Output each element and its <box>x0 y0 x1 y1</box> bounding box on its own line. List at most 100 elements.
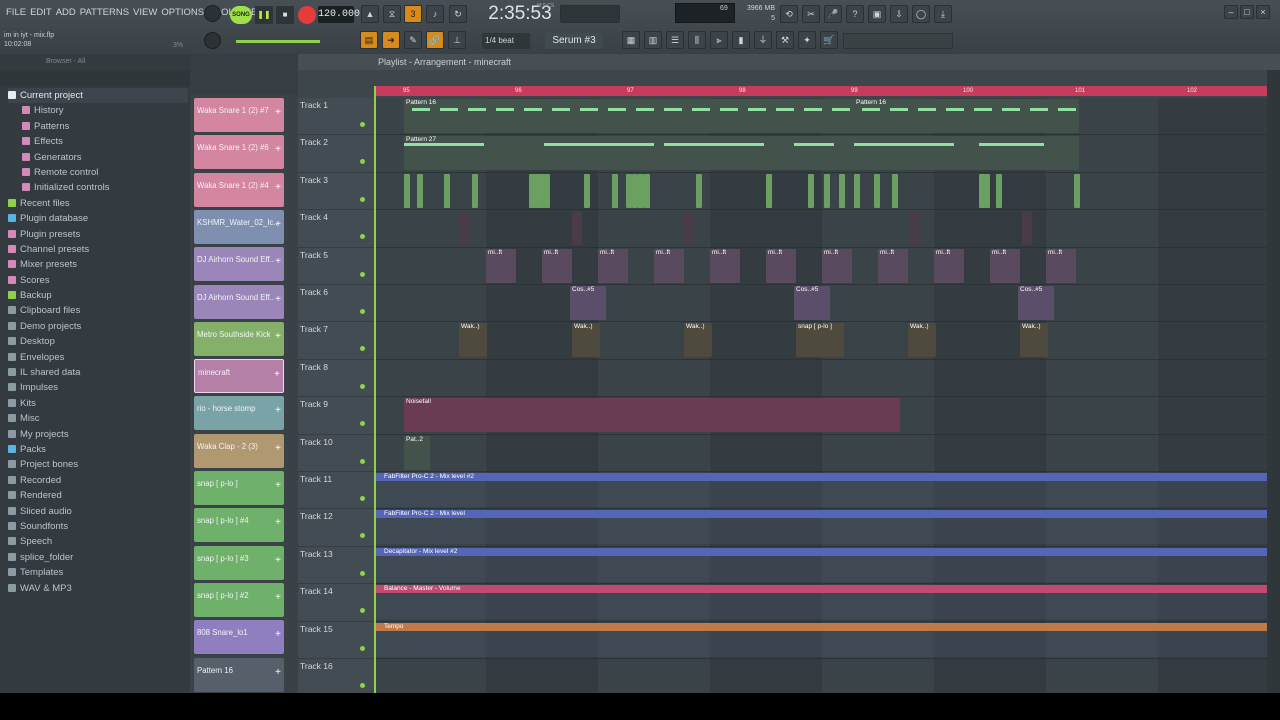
browser-item[interactable]: Sliced audio <box>8 504 188 519</box>
plugin-picker-icon[interactable]: ▮ <box>732 31 750 49</box>
audio-clip[interactable]: mi..ft <box>766 248 796 283</box>
track-header[interactable]: Track 6 <box>298 285 374 323</box>
channel-button[interactable]: KSHMR_Water_02_Ic.. + <box>194 209 284 244</box>
channel-button[interactable]: snap [ p-lo ] + <box>194 471 284 505</box>
cut-tools-icon[interactable]: ✂ <box>802 5 820 23</box>
channel-rack-icon[interactable]: ☰ <box>666 31 684 49</box>
piano-roll-icon[interactable]: ▥ <box>644 31 662 49</box>
add-channel-icon[interactable]: + <box>275 555 281 566</box>
track-enable-led[interactable] <box>360 122 365 127</box>
track-row[interactable] <box>374 360 1267 398</box>
track-enable-led[interactable] <box>360 421 365 427</box>
shop-icon[interactable]: 🛒 <box>820 31 838 49</box>
channel-button[interactable]: Pattern 16 + <box>194 657 284 692</box>
browser-icon[interactable]: ⫸ <box>710 31 728 49</box>
audio-clip[interactable] <box>839 173 845 208</box>
browser-item[interactable]: History <box>8 103 188 118</box>
audio-clip[interactable] <box>572 211 582 246</box>
audio-clip[interactable]: mi..ft <box>990 248 1020 283</box>
audio-clip[interactable] <box>1074 173 1080 208</box>
automation-clip[interactable]: FabFilter Pro-C 2 - Mix level #2 <box>374 473 1267 481</box>
browser-item[interactable]: Channel presets <box>8 242 188 257</box>
track-row[interactable] <box>374 435 1267 472</box>
brush-tool-icon[interactable]: ✎ <box>404 31 422 49</box>
time-ruler[interactable] <box>374 86 1267 96</box>
add-channel-icon[interactable]: + <box>275 294 281 305</box>
track-enable-led[interactable] <box>360 533 365 539</box>
step-edit-icon[interactable]: ♪ <box>426 5 444 23</box>
pattern-song-toggle-knob[interactable] <box>204 5 221 22</box>
microphone-icon[interactable]: 🎤 <box>824 5 842 23</box>
track-header[interactable]: Track 4 <box>298 210 374 248</box>
audio-clip[interactable]: Cos..#5 <box>794 286 830 320</box>
audio-clip[interactable]: Wak..) <box>572 323 600 358</box>
track-enable-led[interactable] <box>360 196 365 202</box>
track-header[interactable]: Track 5 <box>298 248 374 285</box>
tool-icon[interactable]: ⚒ <box>776 31 794 49</box>
automation-clip[interactable]: Tempo <box>374 622 1267 631</box>
automation-clip[interactable]: Balance - Master - Volume <box>374 585 1267 594</box>
add-channel-icon[interactable]: + <box>275 182 281 193</box>
browser-item[interactable]: Misc <box>8 411 188 426</box>
add-channel-icon[interactable]: + <box>275 219 281 230</box>
channel-button[interactable]: Metro Southside Kick + <box>194 321 284 356</box>
stop-button[interactable]: ■ <box>276 6 294 24</box>
audio-clip[interactable]: Noisefall <box>404 398 900 433</box>
playlist-view-icon[interactable]: ▤ <box>360 31 378 49</box>
audio-clip[interactable] <box>584 173 590 208</box>
add-channel-icon[interactable]: + <box>275 480 281 491</box>
audio-clip[interactable] <box>612 173 618 208</box>
track-header[interactable]: Track 12 <box>298 509 374 547</box>
chat-icon[interactable]: ◯ <box>912 5 930 23</box>
audio-clip[interactable]: Cos..#5 <box>1018 286 1054 320</box>
audio-clip[interactable]: mi..ft <box>822 248 852 283</box>
audio-clip[interactable]: mi..ft <box>598 248 628 283</box>
browser-item[interactable]: Mixer presets <box>8 257 188 272</box>
add-channel-icon[interactable]: + <box>275 144 281 155</box>
audio-clip[interactable] <box>984 173 990 208</box>
render-icon[interactable]: ⇩ <box>890 5 908 23</box>
audio-clip[interactable] <box>824 173 830 208</box>
track-row[interactable] <box>374 173 1267 211</box>
help-icon[interactable]: ? <box>846 5 864 23</box>
add-channel-icon[interactable]: + <box>275 629 281 640</box>
add-channel-icon[interactable]: + <box>275 331 281 342</box>
pattern-clip[interactable]: Pattern 27 <box>404 136 1079 171</box>
browser-item[interactable]: Remote control <box>8 165 188 180</box>
audio-clip[interactable] <box>766 173 772 208</box>
channel-button[interactable]: Waka Snare 1 (2) #7 + <box>194 98 284 132</box>
browser-item[interactable]: Clipboard files <box>8 303 188 318</box>
track-header[interactable]: Track 15 <box>298 622 374 659</box>
close-icon[interactable]: × <box>1256 5 1270 19</box>
vertical-scrollbar[interactable] <box>1267 70 1280 694</box>
audio-clip[interactable] <box>459 211 469 246</box>
tempo-display[interactable]: 120.000 <box>318 6 360 23</box>
track-enable-led[interactable] <box>360 309 365 314</box>
track-enable-led[interactable] <box>360 458 365 464</box>
loop-record-icon[interactable]: ↻ <box>449 5 467 23</box>
menu-edit[interactable]: EDIT <box>28 7 54 18</box>
audio-clip[interactable] <box>544 173 550 208</box>
browser-item[interactable]: My projects <box>8 427 188 442</box>
audio-clip[interactable] <box>996 173 1002 208</box>
track-enable-led[interactable] <box>360 496 365 501</box>
audio-clip[interactable]: Wak..) <box>1020 323 1048 358</box>
add-channel-icon[interactable]: + <box>275 517 281 528</box>
audio-clip[interactable] <box>1022 211 1032 246</box>
download-icon[interactable]: ⤓ <box>934 5 952 23</box>
track-enable-led[interactable] <box>360 383 365 389</box>
browser-item[interactable]: Impulses <box>8 380 188 395</box>
audio-clip[interactable] <box>874 173 880 208</box>
browser-item[interactable]: Speech <box>8 534 188 549</box>
audio-clip[interactable] <box>644 173 650 208</box>
track-enable-led[interactable] <box>360 608 365 614</box>
play-button[interactable]: ❚❚ <box>255 6 273 24</box>
browser-item[interactable]: Rendered <box>8 488 188 503</box>
channel-button[interactable]: snap [ p-lo ] #2 + <box>194 582 284 617</box>
channel-button[interactable]: Waka Snare 1 (2) #4 + <box>194 172 284 207</box>
automation-clip[interactable]: Decapitator - Mix level #2 <box>374 547 1267 556</box>
playhead[interactable] <box>374 86 376 694</box>
audio-clip[interactable]: Wak..) <box>908 323 936 358</box>
audio-clip[interactable]: Wak..) <box>684 323 712 358</box>
track-enable-led[interactable] <box>360 234 365 240</box>
